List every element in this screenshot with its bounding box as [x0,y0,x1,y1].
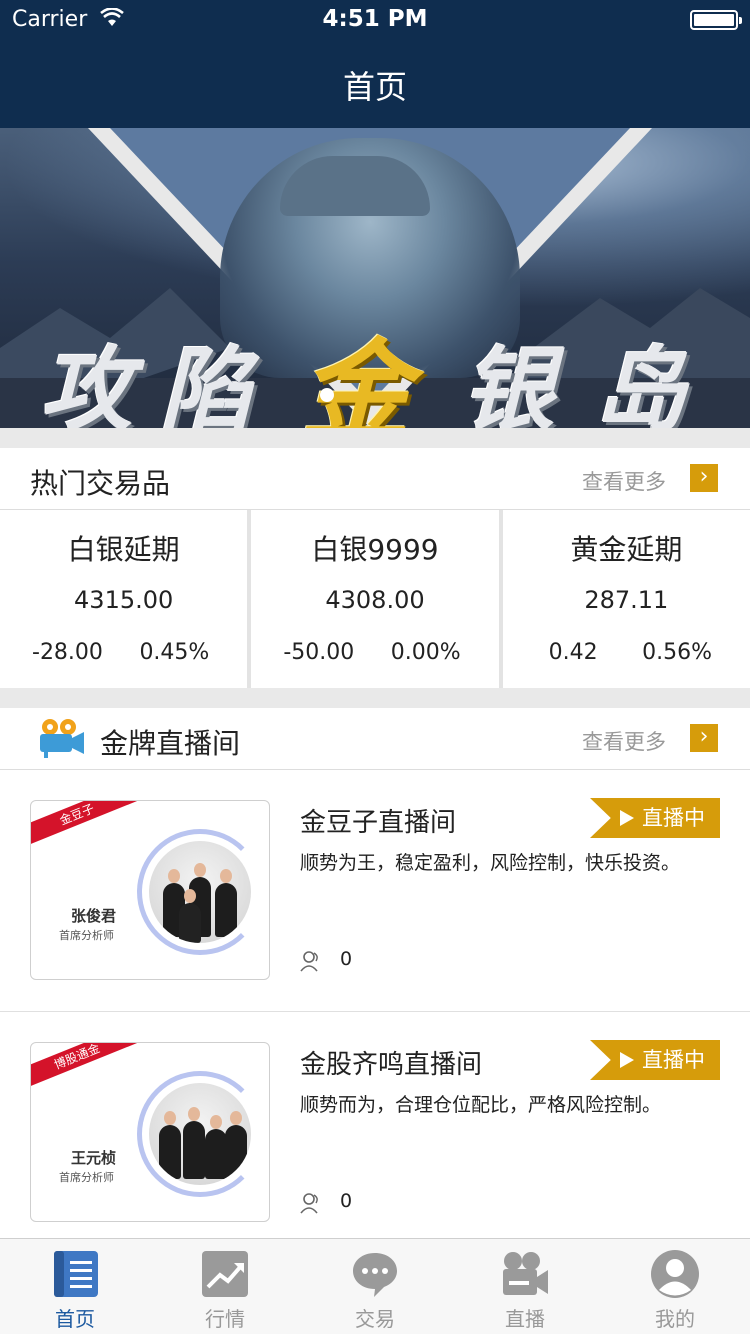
room-thumbnail: 博股通金 王元桢 首席分析师 [30,1042,270,1222]
chat-bubble-icon [353,1253,397,1297]
room-description: 顺势为王，稳定盈利，风险控制，快乐投资。 [300,852,681,874]
product-card[interactable]: 白银延期 4315.00 -28.00 0.45% [0,510,252,688]
room-description: 顺势而为，合理仓位配比，严格风险控制。 [300,1094,662,1116]
product-card[interactable]: 白银9999 4308.00 -50.00 0.00% [251,510,503,688]
product-change: 0.42 [548,640,598,665]
section-title: 热门交易品 [30,467,171,500]
product-card[interactable]: 黄金延期 287.11 0.42 0.56% [503,510,750,688]
product-price: 287.11 [584,586,669,614]
product-cards: 白银延期 4315.00 -28.00 0.45% 白银9999 4308.00… [0,510,750,688]
film-camera-icon [40,719,84,758]
live-status-badge[interactable]: 直播中 [590,798,720,838]
analyst-team-photo [149,1083,251,1185]
tab-live[interactable]: 直播 [450,1239,600,1334]
market-chart-icon [202,1251,248,1297]
tab-label: 我的 [655,1307,695,1331]
banner-helmet [280,156,430,216]
tab-label: 交易 [355,1307,395,1331]
hot-products-section: 热门交易品 查看更多 › 白银延期 4315.00 -28.00 0.45% 白… [0,448,750,688]
home-icon [54,1251,98,1297]
carousel-dot-active[interactable] [320,388,334,402]
viewers-icon [300,1193,318,1214]
room-ribbon: 金豆子 [31,801,146,851]
banner-slogan-char: 银 [462,336,559,428]
tab-home[interactable]: 首页 [0,1239,150,1334]
room-ribbon: 博股通金 [31,1043,146,1093]
battery-icon [690,10,742,30]
room-thumbnail: 金豆子 张俊君 首席分析师 [30,800,270,980]
play-icon [620,1052,634,1068]
live-status-label: 直播中 [642,1048,705,1072]
tab-market[interactable]: 行情 [150,1239,300,1334]
product-percent: 0.45% [139,640,210,665]
tab-label: 首页 [55,1307,95,1331]
live-rooms-header: 金牌直播间 查看更多 › [0,708,750,770]
analyst-name: 张俊君 [71,907,117,925]
view-more-link[interactable]: 查看更多 [582,466,666,496]
banner-slogan-char: 攻 [40,336,137,428]
tab-label: 直播 [505,1307,545,1331]
clock: 4:51 PM [322,6,428,32]
tab-label: 行情 [205,1307,245,1331]
hot-products-header: 热门交易品 查看更多 › [0,448,750,510]
analyst-role: 首席分析师 [59,929,114,942]
promo-banner[interactable]: 攻 陷 金 银 岛 [0,128,750,428]
room-title: 金豆子直播间 [300,808,457,838]
chevron-right-icon[interactable]: › [690,724,718,752]
section-title: 金牌直播间 [100,727,241,760]
product-price: 4308.00 [325,586,425,614]
profile-icon [651,1250,699,1298]
live-room-item[interactable]: 金豆子 张俊君 首席分析师 金豆子直播间 直播中 顺势为王，稳定盈利，风险控制，… [0,770,750,1012]
live-rooms-section: 金牌直播间 查看更多 › 金豆子 张俊君 首席分析师 金豆子直播间 直播中 顺势… [0,708,750,1254]
top-bar: Carrier 4:51 PM 首页 [0,0,750,128]
tab-bar: 首页 行情 交易 直播 我的 [0,1238,750,1334]
product-name: 白银延期 [67,533,180,566]
tab-trade[interactable]: 交易 [300,1239,450,1334]
live-status-badge[interactable]: 直播中 [590,1040,720,1080]
product-change: -28.00 [32,640,103,665]
banner-slogan-char: 岛 [594,336,691,428]
analyst-role: 首席分析师 [59,1171,114,1184]
product-change: -50.00 [283,640,355,665]
video-camera-icon [503,1252,548,1295]
product-percent: 0.56% [642,640,712,665]
view-more-link[interactable]: 查看更多 [582,726,666,756]
banner-slogan-char: 金 [300,327,414,428]
room-title: 金股齐鸣直播间 [300,1050,483,1080]
tab-profile[interactable]: 我的 [600,1239,750,1334]
banner-slogan-char: 陷 [160,336,257,428]
chevron-right-icon[interactable]: › [690,464,718,492]
analyst-name: 王元桢 [71,1149,117,1167]
product-name: 白银9999 [311,533,439,566]
viewer-count: 0 [340,948,353,970]
live-status-label: 直播中 [642,806,705,830]
page-title: 首页 [342,68,407,106]
carousel-dot[interactable] [342,388,356,402]
product-percent: 0.00% [390,640,461,665]
product-price: 4315.00 [74,586,174,614]
status-bar: Carrier 4:51 PM [0,0,750,40]
play-icon [620,810,634,826]
product-name: 黄金延期 [570,533,683,566]
viewer-count: 0 [340,1190,353,1212]
viewers-icon [300,951,318,972]
analyst-team-photo [149,841,251,943]
live-room-item[interactable]: 博股通金 王元桢 首席分析师 金股齐鸣直播间 直播中 顺势而为，合理仓位配比，严… [0,1012,750,1254]
